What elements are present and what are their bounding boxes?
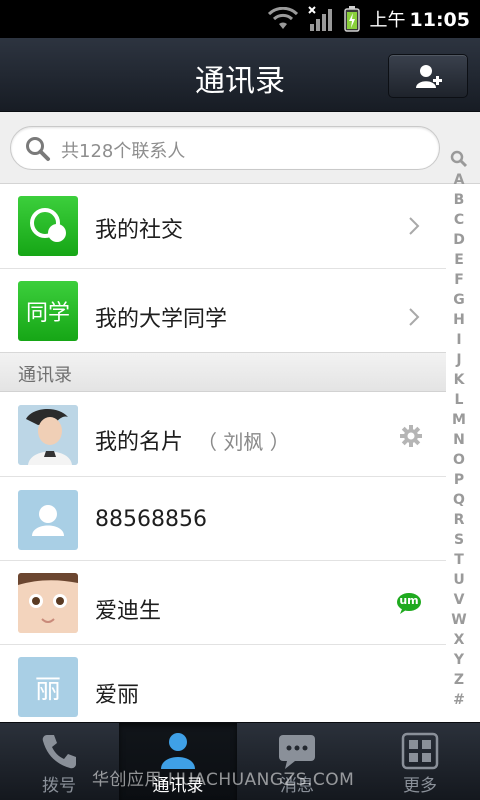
- avatar: [18, 573, 78, 633]
- contact-row-number[interactable]: 88568856: [0, 477, 446, 561]
- index-letter[interactable]: U: [446, 572, 472, 588]
- index-letter[interactable]: C: [446, 212, 472, 228]
- social-icon: [18, 196, 78, 256]
- list-item-label: 我的大学同学: [95, 307, 228, 332]
- battery-icon: [343, 6, 360, 32]
- alphabet-index[interactable]: A B C D E F G H I J K L M N O P Q R S T U V W X Y Z #: [446, 146, 480, 716]
- index-letter[interactable]: Z: [446, 672, 472, 688]
- index-letter[interactable]: W: [446, 612, 472, 628]
- classmates-tile-text: 同学: [25, 301, 70, 326]
- contact-name-text: 我的名片: [95, 430, 184, 455]
- add-contact-button[interactable]: [388, 54, 468, 98]
- index-letter[interactable]: H: [446, 312, 472, 328]
- list-item-label: 我的社交: [95, 218, 184, 243]
- contact-row-aili[interactable]: 丽 爱丽: [0, 645, 446, 722]
- um-badge-icon: um: [396, 592, 422, 614]
- index-letter[interactable]: N: [446, 432, 472, 448]
- index-letter[interactable]: G: [446, 292, 472, 308]
- index-letter[interactable]: I: [446, 332, 472, 348]
- index-letter[interactable]: V: [446, 592, 472, 608]
- index-letter[interactable]: J: [446, 352, 472, 368]
- add-contact-icon: [416, 65, 442, 88]
- contact-name: 我的名片 （ 刘枫 ）: [95, 424, 290, 456]
- list-item-my-classmates[interactable]: 同学 我的大学同学: [0, 269, 446, 352]
- chevron-right-icon: [409, 308, 420, 326]
- status-clock: 上午 11:05: [370, 6, 470, 32]
- index-letter[interactable]: T: [446, 552, 472, 568]
- watermark: 华创应用 HUACHUANGZS.COM: [92, 770, 355, 790]
- default-avatar-icon: [18, 490, 78, 550]
- index-letter[interactable]: K: [446, 372, 472, 388]
- status-bar: 上午 11:05: [0, 0, 480, 38]
- um-badge-text: um: [399, 594, 419, 607]
- index-search-icon[interactable]: [450, 150, 468, 168]
- wifi-icon: [267, 7, 298, 29]
- index-letter[interactable]: Y: [446, 652, 472, 668]
- contact-name: 88568856: [95, 507, 207, 532]
- index-letter[interactable]: E: [446, 252, 472, 268]
- contact-note: （ 刘枫 ）: [197, 430, 290, 454]
- chevron-right-icon: [409, 217, 420, 235]
- contact-row-edison[interactable]: 爱迪生 um: [0, 561, 446, 645]
- index-letter[interactable]: O: [446, 452, 472, 468]
- index-letter[interactable]: #: [446, 692, 472, 708]
- status-ampm: 上午: [369, 10, 406, 31]
- index-letter[interactable]: M: [446, 412, 472, 428]
- status-time: 11:05: [409, 9, 470, 31]
- contact-name: 爱迪生: [95, 599, 162, 624]
- index-letter[interactable]: P: [446, 472, 472, 488]
- index-letter[interactable]: B: [446, 192, 472, 208]
- index-letter[interactable]: X: [446, 632, 472, 648]
- index-letter[interactable]: F: [446, 272, 472, 288]
- search-placeholder: 共128个联系人: [61, 141, 186, 162]
- search-input[interactable]: 共128个联系人: [10, 126, 440, 170]
- avatar: 丽: [18, 657, 78, 717]
- title-bar: 通讯录: [0, 38, 480, 112]
- list-item-my-social[interactable]: 我的社交: [0, 184, 446, 269]
- avatar-initial: 丽: [34, 675, 61, 705]
- grid-more-icon: [401, 732, 439, 770]
- contact-name: 爱丽: [95, 683, 140, 708]
- tab-label: 更多: [403, 776, 437, 796]
- index-letter[interactable]: D: [446, 232, 472, 248]
- section-title: 通讯录: [18, 365, 72, 386]
- classmates-icon: 同学: [18, 281, 78, 341]
- gear-icon[interactable]: [400, 425, 422, 447]
- index-letter[interactable]: L: [446, 392, 472, 408]
- tab-more[interactable]: 更多: [361, 723, 479, 800]
- index-letter[interactable]: R: [446, 512, 472, 528]
- contact-row-my-card[interactable]: 我的名片 （ 刘枫 ）: [0, 392, 446, 477]
- index-letter[interactable]: Q: [446, 492, 472, 508]
- index-letter[interactable]: A: [446, 172, 472, 188]
- signal-icon: [307, 6, 332, 31]
- section-header: 通讯录: [0, 352, 446, 392]
- search-area: 共128个联系人: [0, 112, 480, 184]
- index-letter[interactable]: S: [446, 532, 472, 548]
- search-icon: [26, 137, 50, 161]
- phone-icon: [42, 735, 76, 769]
- avatar: [18, 405, 78, 465]
